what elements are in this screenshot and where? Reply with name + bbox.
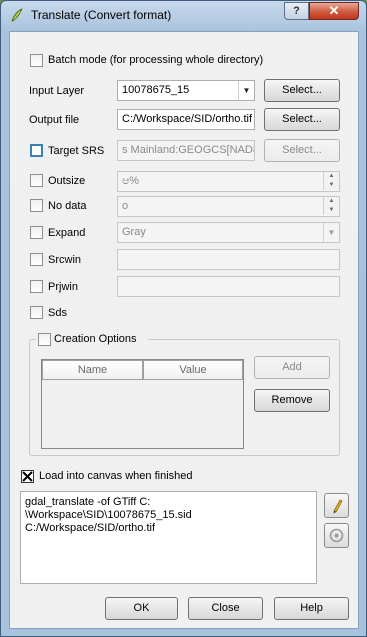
dialog-window: Translate (Convert format) ? ✕ Batch mod…: [0, 0, 367, 637]
window-title: Translate (Convert format): [31, 8, 172, 22]
load-canvas-label: Load into canvas when finished: [39, 470, 193, 482]
srcwin-checkbox[interactable]: [30, 253, 43, 266]
edit-command-button[interactable]: [324, 493, 349, 518]
input-layer-combo[interactable]: 10078675_15 ▼: [117, 80, 255, 101]
outsize-label: Outsize: [48, 175, 86, 187]
outsize-checkbox[interactable]: [30, 174, 43, 187]
chevron-down-icon[interactable]: ▼: [323, 223, 339, 242]
command-textbox[interactable]: gdal_translate -of GTiff C: \Workspace\S…: [20, 491, 317, 584]
creation-options-toggle[interactable]: [38, 333, 51, 346]
expand-checkbox[interactable]: [30, 226, 43, 239]
outsize-spinbox[interactable]: ಆ% ▲ ▼: [117, 171, 340, 192]
help-button[interactable]: Help: [274, 597, 349, 620]
output-file-field[interactable]: C:/Workspace/SID/ortho.tif: [117, 109, 255, 130]
sds-checkbox[interactable]: [30, 306, 43, 319]
ok-button[interactable]: OK: [105, 597, 178, 620]
spin-up-icon[interactable]: ▲: [323, 172, 339, 181]
expand-label: Expand: [48, 227, 86, 239]
target-srs-label: Target SRS: [48, 145, 105, 157]
remove-option-button[interactable]: Remove: [254, 389, 330, 412]
srcwin-field[interactable]: [117, 249, 340, 270]
command-line-1: gdal_translate -of GTiff C:: [25, 496, 151, 508]
titlebar-close-button[interactable]: ✕: [309, 2, 359, 20]
nodata-checkbox[interactable]: [30, 199, 43, 212]
output-file-select-button[interactable]: Select...: [264, 108, 340, 131]
input-layer-select-button[interactable]: Select...: [264, 79, 340, 102]
creation-options-title-text: Creation Options: [54, 333, 137, 345]
batch-mode-label: Batch mode (for processing whole directo…: [48, 54, 264, 66]
sds-label: Sds: [48, 307, 67, 319]
srcwin-label: Srcwin: [48, 254, 82, 266]
titlebar-help-button[interactable]: ?: [284, 2, 309, 20]
command-line-3: C:/Workspace/SID/ortho.tif: [25, 522, 156, 534]
pencil-icon: [333, 499, 343, 514]
spin-down-icon[interactable]: ▼: [323, 181, 339, 190]
input-layer-label: Input Layer: [29, 85, 85, 97]
title-bar[interactable]: Translate (Convert format) ? ✕: [1, 1, 366, 29]
expand-value: Gray: [122, 226, 146, 238]
nodata-value: o: [122, 200, 129, 212]
creation-options-table[interactable]: Name Value: [41, 359, 244, 449]
input-layer-value: 10078675_15: [122, 84, 190, 96]
outsize-value: ಆ%: [122, 175, 140, 187]
output-file-label: Output file: [29, 114, 80, 126]
add-option-button[interactable]: Add: [254, 356, 330, 379]
qgis-icon: [11, 8, 23, 22]
spin-down-icon[interactable]: ▼: [323, 206, 339, 215]
target-srs-checkbox[interactable]: [30, 144, 43, 157]
close-button[interactable]: Close: [188, 597, 263, 620]
prjwin-field[interactable]: [117, 276, 340, 297]
spin-up-icon[interactable]: ▲: [323, 197, 339, 206]
target-srs-field[interactable]: s Mainland:GEOGCS[NAD83: [117, 140, 255, 161]
nodata-spinbox[interactable]: o ▲ ▼: [117, 196, 340, 217]
nodata-label: No data: [48, 200, 87, 212]
checkmark-icon: [22, 471, 33, 482]
reset-icon: [329, 528, 344, 543]
expand-combo[interactable]: Gray ▼: [117, 222, 340, 243]
dialog-body: Batch mode (for processing whole directo…: [9, 31, 359, 629]
prjwin-label: Prjwin: [48, 281, 78, 293]
column-header-name[interactable]: Name: [42, 360, 143, 380]
prjwin-checkbox[interactable]: [30, 280, 43, 293]
command-line-2: \Workspace\SID\10078675_15.sid: [25, 509, 192, 521]
column-header-value[interactable]: Value: [143, 360, 243, 380]
load-canvas-checkbox[interactable]: [21, 470, 34, 483]
batch-mode-checkbox[interactable]: [30, 54, 43, 67]
reset-command-button[interactable]: [324, 523, 349, 548]
chevron-down-icon[interactable]: ▼: [238, 81, 254, 100]
target-srs-select-button[interactable]: Select...: [264, 139, 340, 162]
